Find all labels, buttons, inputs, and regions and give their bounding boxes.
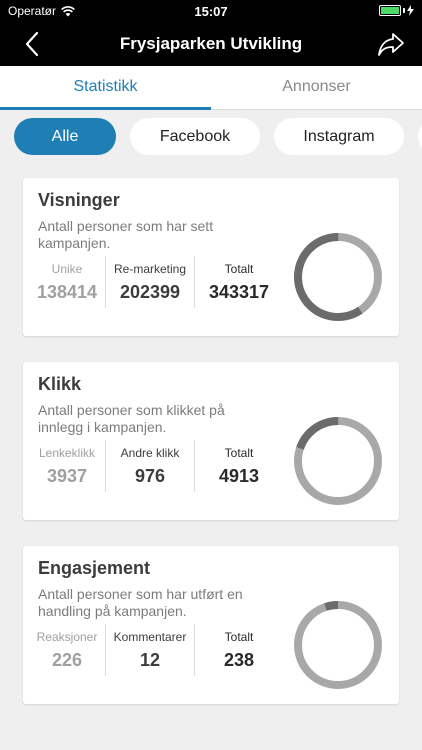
stat-label: Unike (51, 262, 83, 276)
stat-comments: Kommentarer 12 (105, 624, 195, 676)
tab-annonser[interactable]: Annonser (211, 66, 422, 110)
donut-chart (294, 233, 382, 321)
stat-label: Totalt (224, 446, 254, 460)
stat-label: Reaksjoner (36, 630, 98, 644)
stat-label: Totalt (224, 630, 254, 644)
stat-value: 138414 (36, 282, 98, 302)
stat-label: Re-marketing (113, 262, 187, 276)
stat-value: 226 (51, 650, 83, 670)
card-description: Antall personer som har utført en handli… (38, 586, 243, 619)
card-title: Engasjement (38, 558, 151, 578)
stat-other-clicks: Andre klikk 976 (105, 440, 195, 492)
stat-value: 238 (223, 650, 255, 670)
stat-label: Lenkeklikk (38, 446, 96, 460)
donut-chart (294, 417, 382, 505)
card-description: Antall personer som klikket på innlegg i… (38, 402, 225, 435)
filter-instagram-button[interactable]: Instagram (274, 118, 404, 155)
share-arrow-icon[interactable] (376, 30, 406, 58)
filter-alle-button[interactable]: Alle (14, 118, 116, 155)
stat-reactions: Reaksjoner 226 (29, 624, 105, 676)
filter-facebook-button[interactable]: Facebook (130, 118, 260, 155)
stat-value: 976 (134, 466, 166, 486)
stat-total: Totalt 238 (195, 624, 283, 676)
stat-total: Totalt 4913 (195, 440, 283, 492)
stat-value: 4913 (218, 466, 260, 486)
stats-card-klikk: Klikk Antall personer som klikket på inn… (23, 362, 399, 520)
stat-value: 343317 (208, 282, 270, 302)
tab-statistikk[interactable]: Statistikk (0, 66, 211, 110)
card-title: Visninger (38, 190, 120, 210)
battery-icon (379, 5, 401, 16)
donut-segment-secondary (294, 601, 382, 689)
donut-chart (294, 601, 382, 689)
card-description: Antall personer som har sett kampanjen. (38, 218, 214, 251)
clock: 15:07 (194, 4, 228, 19)
stat-value: 202399 (119, 282, 181, 302)
stats-card-visninger: Visninger Antall personer som har sett k… (23, 178, 399, 336)
status-bar: Operatør 15:07 (0, 0, 422, 22)
battery-indicator (379, 5, 414, 16)
nav-bar: Frysjaparken Utvikling (0, 22, 422, 66)
stat-label: Kommentarer (113, 630, 187, 644)
donut-segment-secondary (294, 233, 382, 321)
stats-card-engasjement: Engasjement Antall personer som har utfø… (23, 546, 399, 704)
stat-label: Totalt (224, 262, 254, 276)
donut-segment-secondary (294, 417, 382, 505)
card-title: Klikk (38, 374, 82, 394)
charging-icon (407, 5, 414, 16)
tab-bar: Statistikk Annonser (0, 66, 422, 110)
stat-label: Andre klikk (120, 446, 180, 460)
platform-filter: Alle Facebook Instagram (0, 110, 422, 162)
stat-remarketing: Re-marketing 202399 (105, 256, 195, 308)
stat-total: Totalt 343317 (195, 256, 283, 308)
stat-link-clicks: Lenkeklikk 3937 (29, 440, 105, 492)
stat-unique: Unike 138414 (29, 256, 105, 308)
donut-segment-primary (294, 601, 382, 689)
filter-more-button[interactable] (418, 118, 422, 155)
stat-value: 12 (139, 650, 161, 670)
page-title: Frysjaparken Utvikling (119, 34, 303, 53)
stat-value: 3937 (46, 466, 88, 486)
